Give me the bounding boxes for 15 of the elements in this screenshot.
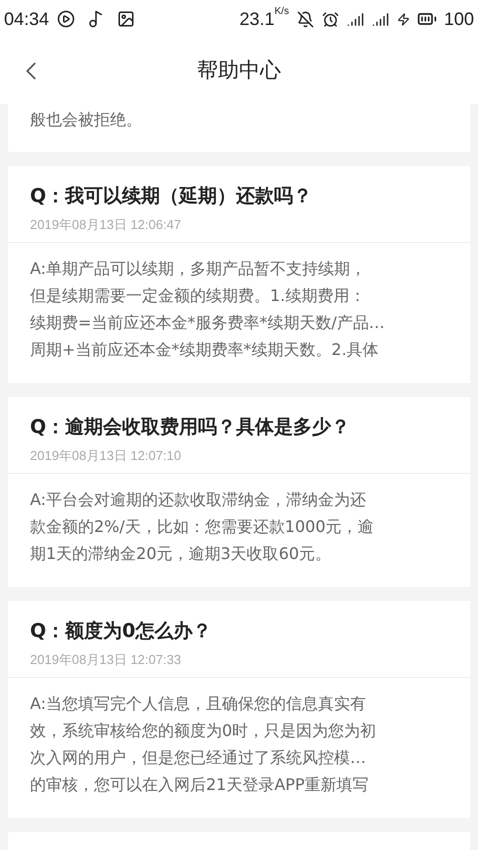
answer-text: A:平台会对逾期的还款收取滞纳金，滞纳金为还 款金额的2%/天，比如：您需要还款1000元，逾 期1天的滞纳金20元，逾期3天收取60元。	[30, 489, 374, 565]
question-date: 2019年08月13日 12:07:33	[30, 650, 182, 668]
battery-level: 100	[444, 8, 474, 30]
question-date: 2019年08月13日 12:06:47	[30, 216, 182, 234]
speed-unit: K/s	[274, 5, 289, 19]
answer-text: A:当您填写完个人信息，且确保您的信息真实有 效，系统审核给您的额度为0时，只是因为您为初 次入网的用户，但是您已经通过了系统风控模… 的审核，您可以在入网后21天登录APP重新填写	[30, 693, 378, 796]
network-speed: 23.1	[239, 8, 274, 30]
question-date: 2019年08月13日 12:07:10	[30, 446, 182, 464]
page-title: 帮助中心	[197, 57, 281, 84]
question-text: Q：额度为0怎么办？	[30, 619, 212, 644]
question-text: Q：逾期会收取费用吗？具体是多少？	[30, 415, 352, 440]
question-text: Q：我可以续期（延期）还款吗？	[30, 184, 314, 209]
answer-text: A:单期产品可以续期，多期产品暂不支持续期， 但是续期需要一定金额的续期费。1.续期费用： 续期费=当前应还本金*服务费率*续期天数/产品… 周期+当前应还本金*续期费率*续期天数。2.具体	[30, 258, 386, 361]
answer-text: 般也会被拒绝。	[30, 109, 143, 131]
status-time: 04:34	[4, 8, 50, 30]
